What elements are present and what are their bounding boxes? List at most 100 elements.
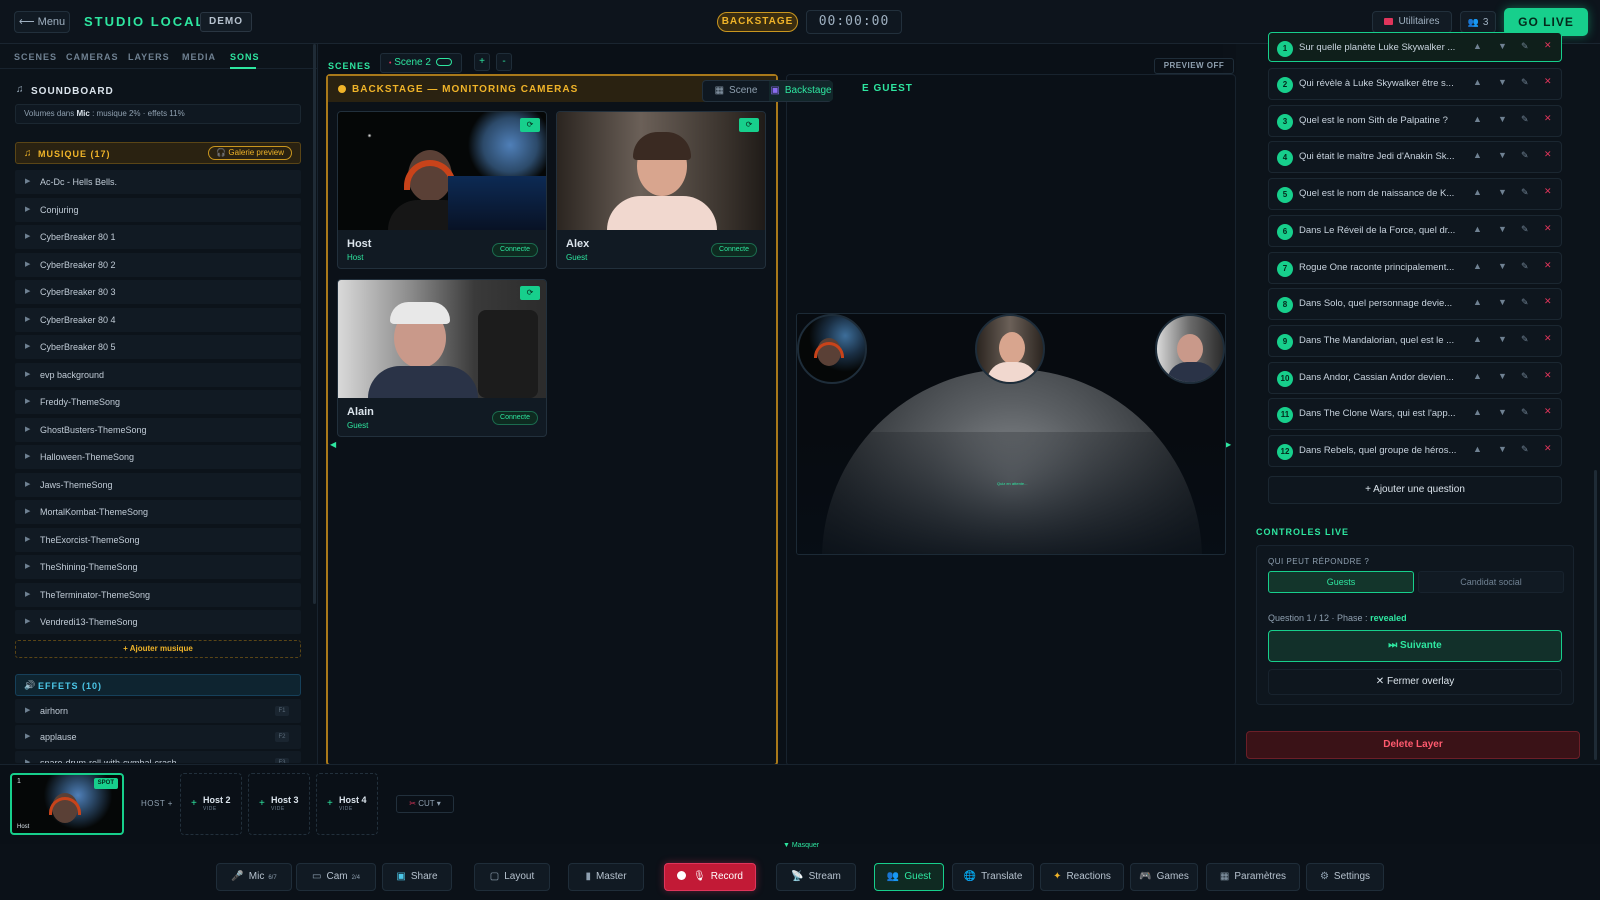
tab-scenes[interactable]: SCENES bbox=[14, 52, 57, 62]
move-down-icon[interactable]: ▼ bbox=[1498, 334, 1507, 344]
play-icon[interactable]: ▶ bbox=[25, 363, 30, 387]
delete-icon[interactable]: ✕ bbox=[1544, 260, 1552, 271]
move-down-icon[interactable]: ▼ bbox=[1498, 224, 1507, 234]
question-item[interactable]: 2 Qui révèle à Luke Skywalker être s... ▲ ▼… bbox=[1268, 68, 1562, 100]
track-item[interactable]: ▶ CyberBreaker 80 5 bbox=[15, 335, 301, 359]
delete-icon[interactable]: ✕ bbox=[1544, 186, 1552, 197]
edit-icon[interactable]: ✎ bbox=[1521, 77, 1529, 88]
play-icon[interactable]: ▶ bbox=[25, 253, 30, 277]
add-scene-button[interactable]: + bbox=[474, 53, 490, 71]
track-item[interactable]: ▶ Halloween-ThemeSong bbox=[15, 445, 301, 469]
share-button[interactable]: ▣ Share bbox=[382, 863, 452, 891]
play-icon[interactable]: ▶ bbox=[25, 528, 30, 552]
mic-button[interactable]: 🎤 Mic 6/7 bbox=[216, 863, 292, 891]
effect-item[interactable]: ▶ airhorn F1 bbox=[15, 699, 301, 723]
gallery-preview-button[interactable]: 🎧 Galerie preview bbox=[208, 146, 292, 160]
view-scene-button[interactable]: ▦ Scene bbox=[703, 81, 769, 101]
edit-icon[interactable]: ✎ bbox=[1521, 371, 1529, 382]
track-item[interactable]: ▶ CyberBreaker 80 2 bbox=[15, 252, 301, 277]
move-up-icon[interactable]: ▲ bbox=[1473, 114, 1482, 124]
delete-icon[interactable]: ✕ bbox=[1544, 333, 1552, 344]
play-icon[interactable]: ▶ bbox=[25, 418, 30, 442]
add-music-button[interactable]: + Ajouter musique bbox=[15, 640, 301, 658]
effect-item[interactable]: ▶ snare-drum-roll-with-cymbal-crash F3 bbox=[15, 751, 301, 763]
play-icon[interactable]: ▶ bbox=[25, 583, 30, 607]
scene-tab-current[interactable]: • Scene 2 bbox=[380, 53, 462, 73]
host-slot-1[interactable]: 1 SPOT Host bbox=[10, 773, 124, 835]
track-item[interactable]: ▶ Ac-Dc - Hells Bells. bbox=[15, 170, 301, 194]
play-icon[interactable]: ▶ bbox=[25, 170, 30, 194]
move-down-icon[interactable]: ▼ bbox=[1498, 150, 1507, 160]
hide-strip-button[interactable]: ▼ Masquer bbox=[783, 842, 819, 849]
question-item[interactable]: 4 Qui était le maître Jedi d'Anakin Sk...… bbox=[1268, 141, 1562, 174]
remove-scene-button[interactable]: - bbox=[496, 53, 512, 71]
record-button[interactable]: 🎙 Record bbox=[664, 863, 756, 891]
menu-button[interactable]: ⟵ Menu bbox=[14, 11, 70, 33]
play-icon[interactable]: ▶ bbox=[25, 725, 30, 749]
play-icon[interactable]: ▶ bbox=[25, 610, 30, 634]
track-item[interactable]: ▶ CyberBreaker 80 3 bbox=[15, 280, 301, 304]
preview-off-toggle[interactable]: PREVIEW OFF bbox=[1154, 58, 1234, 74]
guest-button[interactable]: 👥 Guest bbox=[874, 863, 944, 891]
question-item[interactable]: 5 Quel est le nom de naissance de K... ▲ ▼ ✎… bbox=[1268, 178, 1562, 211]
question-item[interactable]: 11 Dans The Clone Wars, qui est l'app... ▲… bbox=[1268, 398, 1562, 431]
play-icon[interactable]: ▶ bbox=[25, 473, 30, 497]
play-icon[interactable]: ▶ bbox=[25, 555, 30, 579]
track-item[interactable]: ▶ TheExorcist-ThemeSong bbox=[15, 527, 301, 552]
move-down-icon[interactable]: ▼ bbox=[1498, 371, 1507, 381]
edit-icon[interactable]: ✎ bbox=[1521, 150, 1529, 161]
play-icon[interactable]: ▶ bbox=[25, 308, 30, 332]
move-up-icon[interactable]: ▲ bbox=[1473, 334, 1482, 344]
camera-card-alex[interactable]: ⟳ Alex Guest Connecte bbox=[556, 111, 766, 269]
right-scrollbar[interactable] bbox=[1594, 470, 1597, 760]
track-item[interactable]: ▶ MortalKombat-ThemeSong bbox=[15, 500, 301, 524]
delete-icon[interactable]: ✕ bbox=[1544, 149, 1552, 160]
move-up-icon[interactable]: ▲ bbox=[1473, 371, 1482, 381]
next-question-button[interactable]: ⏭ Suivante bbox=[1268, 630, 1562, 662]
play-icon[interactable]: ▶ bbox=[25, 335, 30, 359]
move-up-icon[interactable]: ▲ bbox=[1473, 407, 1482, 417]
option-guests[interactable]: Guests bbox=[1268, 571, 1414, 593]
delete-icon[interactable]: ✕ bbox=[1544, 370, 1552, 381]
tab-layers[interactable]: LAYERS bbox=[128, 52, 170, 62]
camera-card-alain[interactable]: ⟳ Alain Guest Connecte bbox=[337, 279, 547, 437]
move-up-icon[interactable]: ▲ bbox=[1473, 224, 1482, 234]
play-icon[interactable]: ▶ bbox=[25, 198, 30, 222]
move-down-icon[interactable]: ▼ bbox=[1498, 41, 1507, 51]
move-up-icon[interactable]: ▲ bbox=[1473, 150, 1482, 160]
play-icon[interactable]: ▶ bbox=[25, 280, 30, 304]
question-item[interactable]: 10 Dans Andor, Cassian Andor devien... ▲ ▼ ✎… bbox=[1268, 361, 1562, 394]
move-down-icon[interactable]: ▼ bbox=[1498, 444, 1507, 454]
stream-button[interactable]: 📡 Stream bbox=[776, 863, 856, 891]
play-icon[interactable]: ▶ bbox=[25, 500, 30, 524]
play-icon[interactable]: ▶ bbox=[25, 225, 30, 249]
delete-layer-button[interactable]: Delete Layer bbox=[1246, 731, 1580, 759]
host-slot-empty[interactable]: + Host 3 VIDE bbox=[248, 773, 310, 835]
tab-media[interactable]: MEDIA bbox=[182, 52, 216, 62]
move-down-icon[interactable]: ▼ bbox=[1498, 77, 1507, 87]
track-item[interactable]: ▶ Vendredi13-ThemeSong bbox=[15, 610, 301, 634]
play-icon[interactable]: ▶ bbox=[25, 390, 30, 414]
question-item[interactable]: 7 Rogue One raconte principalement... ▲ ▼ ✎ ✕ bbox=[1268, 251, 1562, 284]
track-item[interactable]: ▶ CyberBreaker 80 4 bbox=[15, 307, 301, 332]
tab-cameras[interactable]: CAMERAS bbox=[66, 52, 119, 62]
move-up-icon[interactable]: ▲ bbox=[1473, 297, 1482, 307]
effects-section-header[interactable]: 🔊 EFFETS (10) bbox=[15, 674, 301, 696]
left-scrollbar[interactable] bbox=[313, 44, 316, 604]
question-item[interactable]: 12 Dans Rebels, quel groupe de héros... ▲ ▼… bbox=[1268, 435, 1562, 467]
move-up-icon[interactable]: ▲ bbox=[1473, 261, 1482, 271]
master-button[interactable]: ▮ Master bbox=[568, 863, 644, 891]
delete-icon[interactable]: ✕ bbox=[1544, 406, 1552, 417]
move-up-icon[interactable]: ▲ bbox=[1473, 77, 1482, 87]
host-slot-empty[interactable]: + Host 2 VIDE bbox=[180, 773, 242, 835]
move-down-icon[interactable]: ▼ bbox=[1498, 297, 1507, 307]
track-item[interactable]: ▶ Jaws-ThemeSong bbox=[15, 472, 301, 497]
parametres-button[interactable]: ▦ Paramètres bbox=[1206, 863, 1300, 891]
view-backstage-button[interactable]: ▣ Backstage bbox=[769, 81, 833, 101]
option-social-candidate[interactable]: Candidat social bbox=[1418, 571, 1564, 593]
participants-button[interactable]: 👥 3 bbox=[1460, 11, 1496, 33]
question-item[interactable]: 8 Dans Solo, quel personnage devie... ▲ ▼ ✎ ✕ bbox=[1268, 288, 1562, 321]
camera-flag-icon[interactable]: ⟳ bbox=[520, 286, 540, 300]
track-item[interactable]: ▶ Conjuring bbox=[15, 197, 301, 222]
move-down-icon[interactable]: ▼ bbox=[1498, 114, 1507, 124]
